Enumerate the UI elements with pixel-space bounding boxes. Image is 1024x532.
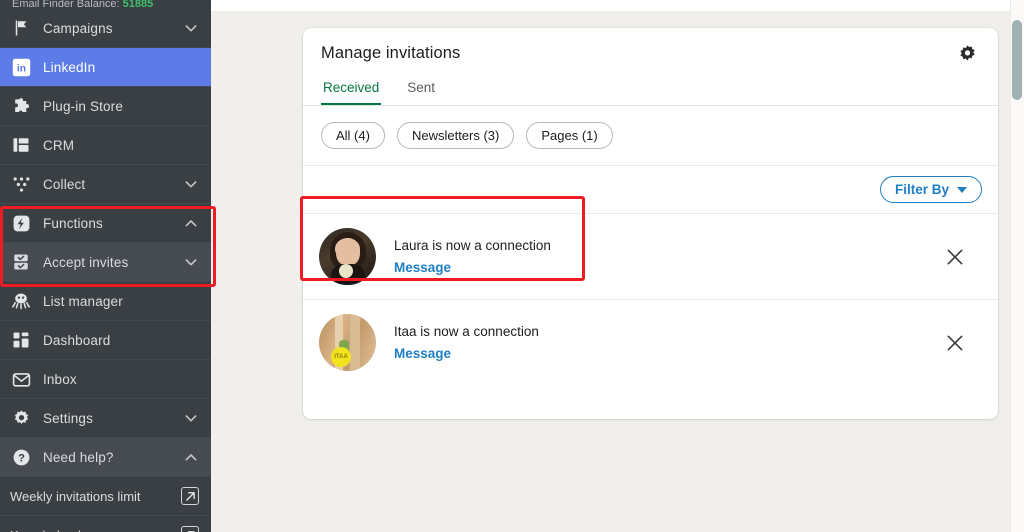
main-content: Home My Network Jobs Messaging Notificat… — [211, 0, 1024, 532]
sidebar-item-functions[interactable]: Functions — [0, 204, 211, 242]
sidebar-item-label: Dashboard — [43, 333, 199, 348]
sidebar-item-label: Accept invites — [43, 255, 183, 270]
sidebar-item-label: Functions — [43, 216, 183, 231]
pill-pages[interactable]: Pages (1) — [526, 122, 612, 149]
balance-label: Email Finder Balance: — [12, 0, 120, 9]
linkedin-icon: in — [10, 56, 32, 78]
filter-row: Filter By — [303, 166, 998, 213]
sidebar-item-list-manager[interactable]: List manager — [0, 282, 211, 320]
sidebar-item-label: Inbox — [43, 372, 199, 387]
question-circle-icon: ? — [10, 446, 32, 468]
sidebar-item-plugin-store[interactable]: Plug-in Store — [0, 87, 211, 125]
sidebar-item-need-help[interactable]: ? Need help? — [0, 438, 211, 476]
chevron-down-icon — [183, 254, 199, 270]
svg-text:in: in — [16, 63, 25, 74]
sidebar-item-label: CRM — [43, 138, 199, 153]
sidebar-item-crm[interactable]: CRM — [0, 126, 211, 164]
sidebar-item-inbox[interactable]: Inbox — [0, 360, 211, 398]
chevron-down-icon — [957, 187, 967, 193]
filter-by-label: Filter By — [895, 182, 949, 197]
svg-text:?: ? — [18, 452, 25, 464]
sidebar-link-label: Knowledge base — [10, 528, 181, 532]
chevron-up-icon — [183, 215, 199, 231]
sidebar-item-label: Plug-in Store — [43, 99, 199, 114]
manage-invitations-card: Manage invitations Received Sent All (4)… — [303, 28, 998, 419]
invitation-title: Itaa is now a connection — [394, 324, 942, 339]
close-icon[interactable] — [942, 330, 968, 356]
external-link-icon — [181, 526, 199, 532]
invitation-row[interactable]: Laura is now a connection Message — [303, 213, 998, 299]
avatar[interactable] — [319, 228, 376, 285]
sidebar-item-dashboard[interactable]: Dashboard — [0, 321, 211, 359]
sidebar-item-label: LinkedIn — [43, 60, 199, 75]
page-scrollbar-thumb[interactable] — [1012, 20, 1022, 100]
email-finder-balance: Email Finder Balance: 51885 — [0, 0, 211, 9]
crm-icon — [10, 134, 32, 156]
external-link-icon — [181, 487, 199, 505]
page-title: Manage invitations — [321, 44, 460, 63]
collect-icon — [10, 173, 32, 195]
sidebar-item-label: Campaigns — [43, 21, 183, 36]
pill-all[interactable]: All (4) — [321, 122, 385, 149]
page-scrollbar-track[interactable] — [1010, 0, 1024, 532]
invitation-tabs: Received Sent — [303, 70, 998, 106]
checkbox-list-icon — [10, 251, 32, 273]
message-link[interactable]: Message — [394, 260, 942, 275]
tab-sent[interactable]: Sent — [405, 80, 437, 105]
bolt-icon — [10, 212, 32, 234]
gear-icon — [10, 407, 32, 429]
chevron-down-icon — [183, 20, 199, 36]
sidebar-item-settings[interactable]: Settings — [0, 399, 211, 437]
sidebar-link-label: Weekly invitations limit — [10, 489, 181, 504]
chevron-up-icon — [183, 449, 199, 465]
avatar[interactable]: ITAA — [319, 314, 376, 371]
invitation-row[interactable]: ITAA Itaa is now a connection Message — [303, 299, 998, 385]
avatar-badge: ITAA — [331, 347, 351, 367]
card-header: Manage invitations — [303, 28, 998, 70]
filter-by-button[interactable]: Filter By — [880, 176, 982, 203]
sidebar-item-label: List manager — [43, 294, 199, 309]
octopus-icon — [10, 290, 32, 312]
sidebar-item-label: Settings — [43, 411, 183, 426]
sidebar-link-weekly-invitations-limit[interactable]: Weekly invitations limit — [0, 477, 211, 515]
sidebar-link-knowledge-base[interactable]: Knowledge base — [0, 516, 211, 532]
sidebar-item-label: Need help? — [43, 450, 183, 465]
chevron-down-icon — [183, 176, 199, 192]
invitation-text: Itaa is now a connection Message — [394, 324, 942, 361]
app-root: Email Finder Balance: 51885 Campaigns in… — [0, 0, 1024, 532]
pill-newsletters[interactable]: Newsletters (3) — [397, 122, 514, 149]
message-link[interactable]: Message — [394, 346, 942, 361]
sidebar-item-linkedin[interactable]: in LinkedIn — [0, 48, 211, 86]
invitation-text: Laura is now a connection Message — [394, 238, 942, 275]
tab-received[interactable]: Received — [321, 80, 381, 105]
filter-pills: All (4) Newsletters (3) Pages (1) — [303, 106, 998, 166]
sidebar: Email Finder Balance: 51885 Campaigns in… — [0, 0, 211, 532]
balance-value: 51885 — [123, 0, 154, 9]
sidebar-item-accept-invites[interactable]: Accept invites — [0, 243, 211, 281]
flag-icon — [10, 17, 32, 39]
card-footer-space — [303, 385, 998, 419]
invitation-title: Laura is now a connection — [394, 238, 942, 253]
sidebar-item-campaigns[interactable]: Campaigns — [0, 9, 211, 47]
envelope-icon — [10, 368, 32, 390]
sidebar-item-label: Collect — [43, 177, 183, 192]
gear-icon[interactable] — [957, 44, 978, 70]
puzzle-icon — [10, 95, 32, 117]
linkedin-top-nav: Home My Network Jobs Messaging Notificat… — [211, 0, 1024, 11]
grid-icon — [10, 329, 32, 351]
sidebar-item-collect[interactable]: Collect — [0, 165, 211, 203]
close-icon[interactable] — [942, 244, 968, 270]
chevron-down-icon — [183, 410, 199, 426]
